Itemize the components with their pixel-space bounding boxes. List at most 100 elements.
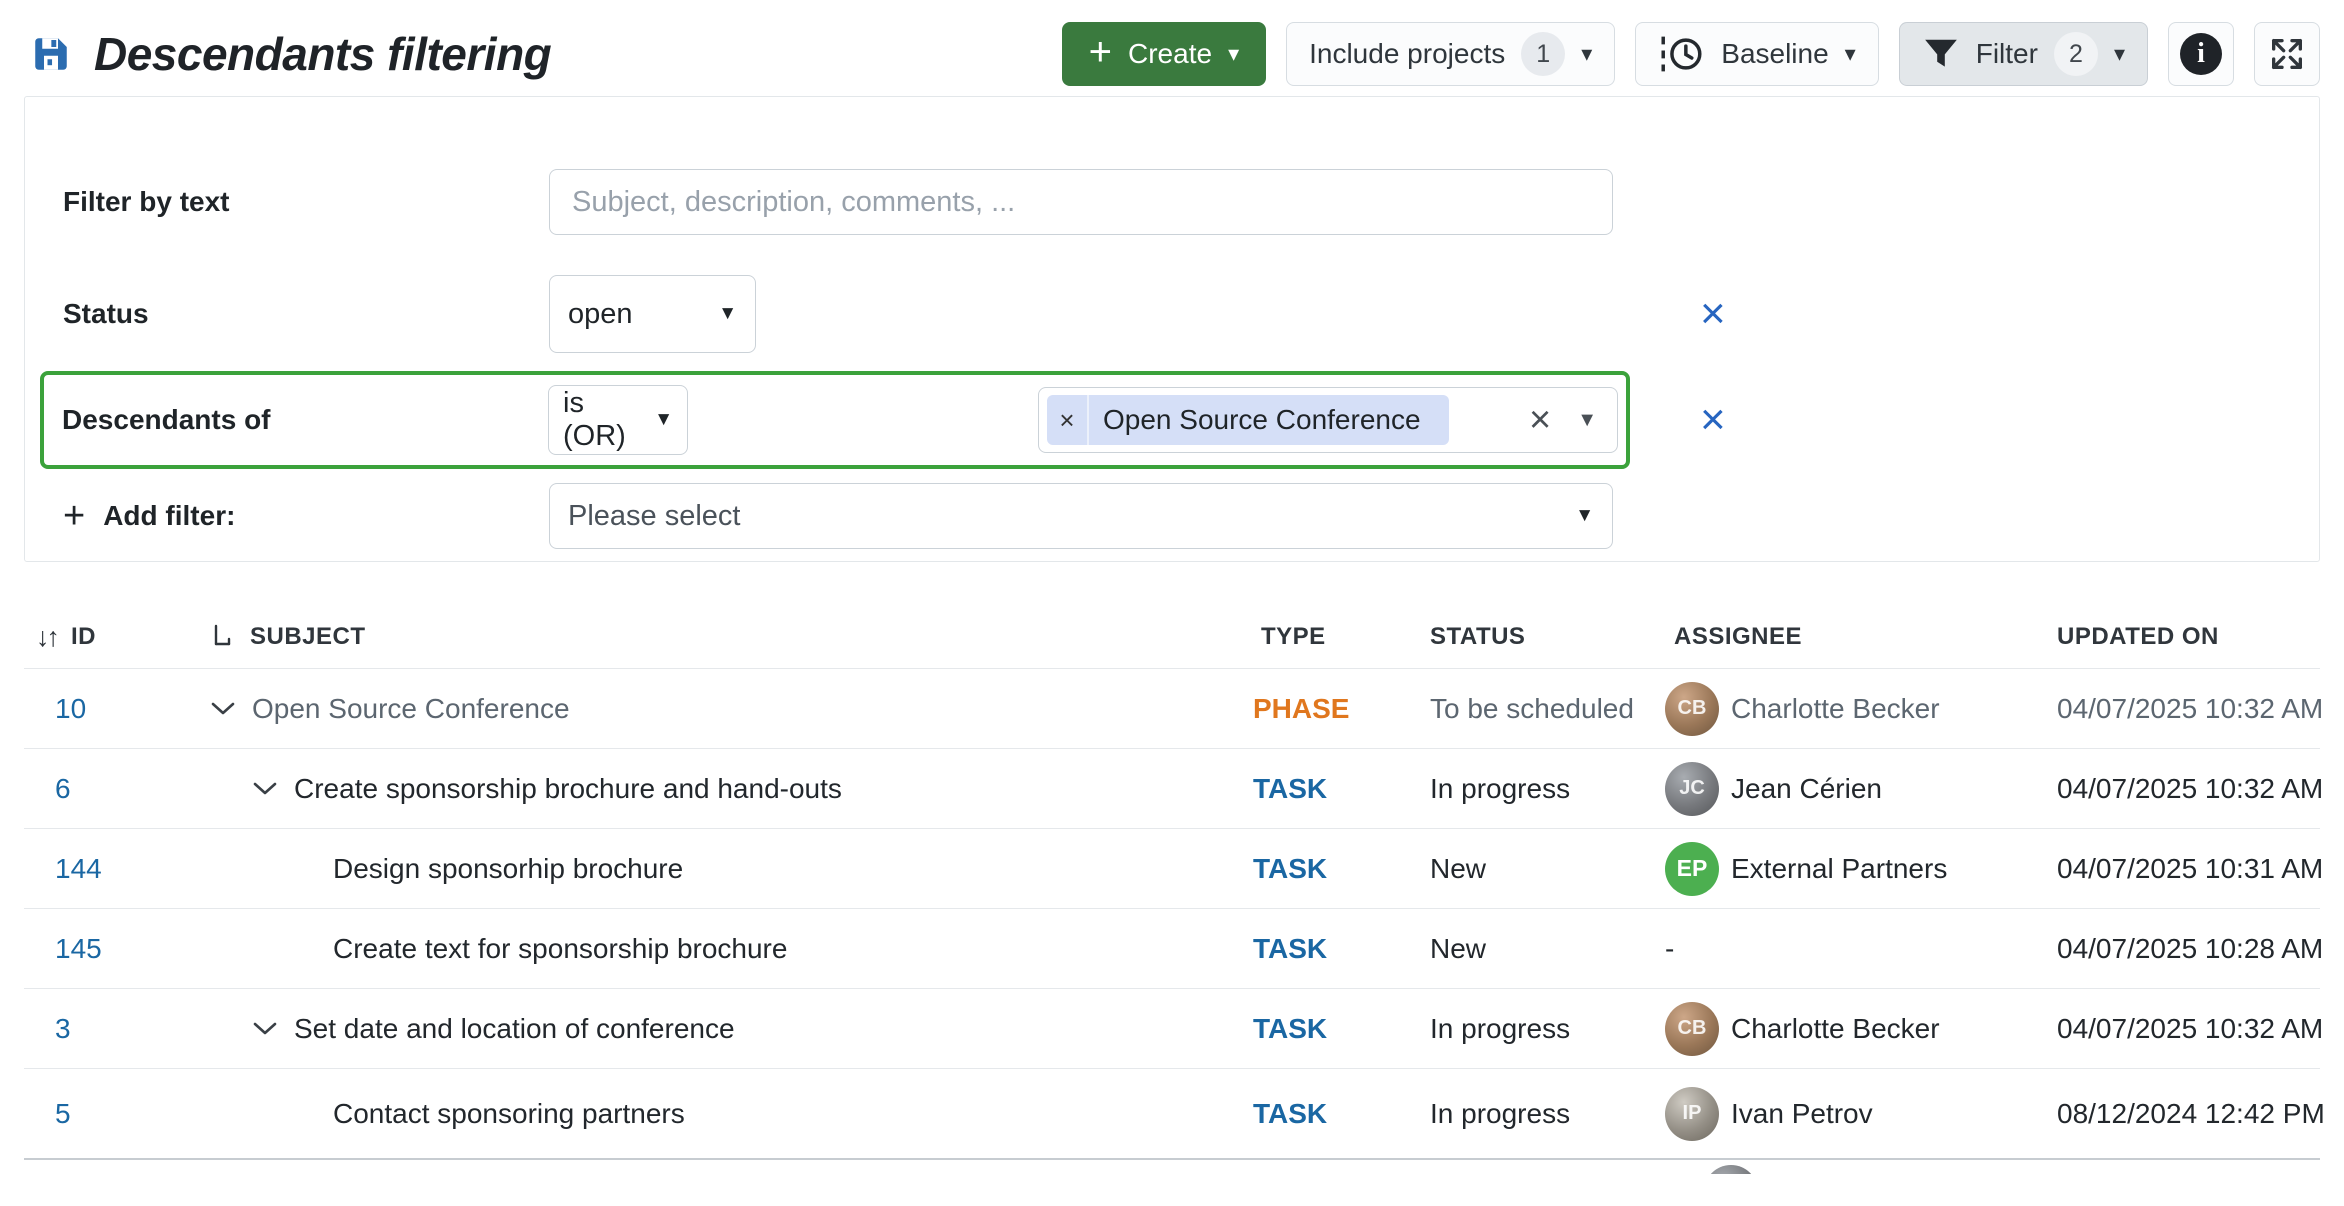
chevron-down-icon[interactable] — [252, 781, 282, 797]
filter-text-input[interactable] — [549, 169, 1613, 235]
assignee-name[interactable]: Jean Cérien — [1731, 773, 1882, 805]
work-packages-page: Descendants filtering + Create ▾ Include… — [0, 0, 2344, 1206]
work-package-subject[interactable]: Open Source Conference — [252, 693, 570, 725]
toolbar: + Create ▾ Include projects 1 ▾ Baseline — [1062, 22, 2320, 86]
column-header-updated-on[interactable]: UPDATED ON — [2050, 623, 2320, 651]
descendants-of-label: Descendants of — [62, 404, 548, 436]
filter-label: Filter — [1976, 38, 2038, 70]
updated-on-cell: 04/07/2025 10:32 AM — [2050, 773, 2320, 805]
type-cell: TASK — [1245, 1098, 1425, 1130]
page-header: Descendants filtering + Create ▾ Include… — [0, 0, 2344, 86]
baseline-button[interactable]: Baseline ▾ — [1635, 22, 1878, 86]
create-button[interactable]: + Create ▾ — [1062, 22, 1266, 86]
column-header-id[interactable]: ↓↑ ID — [24, 622, 210, 653]
avatar: JC — [1665, 762, 1719, 816]
work-package-id-link[interactable]: 10 — [24, 693, 86, 725]
assignee-name[interactable]: Ivan Petrov — [1731, 1098, 1873, 1130]
filter-funnel-icon — [1922, 35, 1960, 73]
column-header-status[interactable]: STATUS — [1425, 623, 1665, 651]
work-package-id-link[interactable]: 6 — [24, 773, 71, 805]
updated-on-cell: 04/07/2025 10:32 AM — [2050, 693, 2320, 725]
assignee-name[interactable]: External Partners — [1731, 853, 1947, 885]
selected-value-chip: × Open Source Conference — [1047, 395, 1449, 445]
plus-icon: + — [63, 497, 85, 535]
updated-on-cell: 08/12/2024 12:42 PM — [2050, 1098, 2320, 1130]
assignee-name[interactable]: Charlotte Becker — [1731, 1013, 1940, 1045]
avatar — [1704, 1165, 1758, 1174]
status-cell: To be scheduled — [1425, 693, 1665, 725]
assignee-column-label: ASSIGNEE — [1674, 623, 1802, 651]
work-package-id-link[interactable]: 3 — [24, 1013, 71, 1045]
table-row: 5 Contact sponsoring partners TASK In pr… — [24, 1068, 2320, 1158]
work-package-id-link[interactable]: 145 — [24, 933, 102, 965]
assignee-name[interactable]: Charlotte Becker — [1731, 693, 1940, 725]
updated-on-cell: 04/07/2025 10:32 AM — [2050, 1013, 2320, 1045]
status-value-select[interactable]: open ▼ — [549, 275, 756, 353]
clipped-table-row — [24, 1158, 2320, 1174]
remove-status-filter-button[interactable]: × — [1700, 292, 1726, 336]
work-package-subject[interactable]: Create text for sponsorship brochure — [333, 933, 787, 965]
chevron-down-icon: ▾ — [2114, 43, 2125, 65]
page-title: Descendants filtering — [94, 27, 551, 81]
updated-on-cell: 04/07/2025 10:31 AM — [2050, 853, 2320, 885]
work-package-subject[interactable]: Create sponsorship brochure and hand-out… — [294, 773, 842, 805]
add-filter-label: Add filter: — [103, 500, 235, 532]
column-header-type[interactable]: TYPE — [1245, 623, 1425, 651]
info-button[interactable]: i — [2168, 22, 2234, 86]
work-package-id-link[interactable]: 5 — [24, 1098, 71, 1130]
create-button-label: Create — [1128, 38, 1212, 70]
add-filter-label-group: + Add filter: — [63, 497, 549, 535]
filter-button[interactable]: Filter 2 ▾ — [1899, 22, 2148, 86]
add-filter-placeholder: Please select — [568, 500, 741, 533]
chip-remove-icon[interactable]: × — [1047, 395, 1089, 445]
avatar: IP — [1665, 1087, 1719, 1141]
filter-row-add: + Add filter: Please select ▼ — [63, 483, 2319, 549]
status-cell: New — [1425, 853, 1665, 885]
chevron-down-icon[interactable] — [210, 701, 240, 717]
hierarchy-icon — [210, 623, 236, 651]
filter-count-badge: 2 — [2054, 32, 2098, 76]
add-filter-select[interactable]: Please select ▼ — [549, 483, 1613, 549]
table-row: 10 Open Source Conference PHASE To be sc… — [24, 668, 2320, 748]
chevron-down-icon: ▾ — [1845, 43, 1856, 65]
avatar: EP — [1665, 842, 1719, 896]
filter-panel: Filter by text Status open ▼ × Descendan… — [24, 96, 2320, 562]
type-cell: TASK — [1245, 853, 1425, 885]
baseline-label: Baseline — [1721, 38, 1828, 70]
descendants-filter-highlight-box: Descendants of is (OR) ▼ × Open Source C… — [40, 371, 1630, 469]
column-header-assignee[interactable]: ASSIGNEE — [1665, 623, 2050, 651]
work-package-subject[interactable]: Set date and location of conference — [294, 1013, 735, 1045]
status-selected-value: open — [568, 298, 633, 331]
work-package-id-link[interactable]: 144 — [24, 853, 102, 885]
id-column-label: ID — [71, 623, 96, 651]
baseline-icon — [1658, 33, 1705, 75]
type-cell: TASK — [1245, 933, 1425, 965]
assignee-empty: - — [1665, 933, 1674, 965]
status-cell: New — [1425, 933, 1665, 965]
operator-selected-value: is (OR) — [563, 387, 654, 453]
descendants-value-combobox[interactable]: × Open Source Conference × ▼ — [1038, 387, 1618, 453]
combobox-clear-icon[interactable]: × — [1529, 401, 1551, 439]
sort-icon: ↓↑ — [36, 622, 57, 653]
select-caret-icon: ▼ — [718, 303, 737, 325]
select-caret-icon: ▼ — [1575, 505, 1594, 527]
fullscreen-button[interactable] — [2254, 22, 2320, 86]
status-cell: In progress — [1425, 1098, 1665, 1130]
plus-icon: + — [1089, 32, 1112, 72]
fullscreen-icon — [2267, 34, 2307, 74]
work-package-subject[interactable]: Design sponsorhip brochure — [333, 853, 683, 885]
column-header-subject[interactable]: SUBJECT — [210, 623, 1245, 651]
combobox-caret-icon[interactable]: ▼ — [1577, 409, 1597, 432]
chevron-down-icon[interactable] — [252, 1021, 282, 1037]
descendants-operator-select[interactable]: is (OR) ▼ — [548, 385, 688, 455]
remove-descendants-filter-button[interactable]: × — [1700, 398, 1726, 442]
status-filter-label: Status — [63, 298, 549, 330]
save-icon[interactable] — [30, 33, 72, 75]
avatar: CB — [1665, 682, 1719, 736]
work-package-subject[interactable]: Contact sponsoring partners — [333, 1098, 685, 1130]
include-projects-label: Include projects — [1309, 38, 1505, 70]
include-projects-count-badge: 1 — [1521, 32, 1565, 76]
include-projects-button[interactable]: Include projects 1 ▾ — [1286, 22, 1615, 86]
select-caret-icon: ▼ — [654, 409, 673, 431]
status-column-label: STATUS — [1430, 623, 1525, 651]
